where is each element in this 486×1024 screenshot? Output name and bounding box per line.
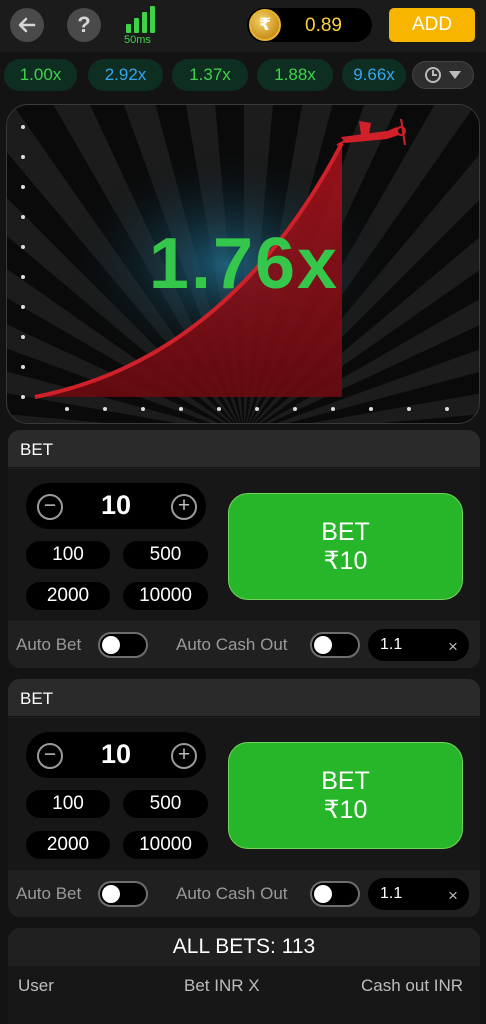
help-button[interactable]: ? <box>67 8 101 42</box>
axis-dot <box>21 365 25 369</box>
connection-indicator: 50ms <box>124 6 164 46</box>
balance-display: ₹ 0.89 <box>247 8 372 42</box>
auto-cashout-label: Auto Cash Out <box>176 884 288 903</box>
ping-label: 50ms <box>124 34 151 46</box>
balance-value: 0.89 <box>305 15 342 36</box>
axis-dot <box>21 215 25 219</box>
top-bar: ? 50ms ₹ 0.89 ADD <box>0 0 486 52</box>
bet-panel-header: BET <box>8 430 480 468</box>
bet-amount-value[interactable]: 10 <box>66 739 166 770</box>
auto-cashout-input[interactable]: 1.1 × <box>368 878 469 910</box>
axis-dot <box>103 407 107 411</box>
cashout-value: 1.1 <box>380 636 403 653</box>
bet-button-label: BET <box>321 518 370 546</box>
auto-cashout-input[interactable]: 1.1 × <box>368 629 469 661</box>
bet-panel-body: − 10 + 100 500 2000 10000 BET ₹10 <box>8 718 480 870</box>
axis-dot <box>407 407 411 411</box>
quick-amount-button[interactable]: 100 <box>26 541 110 569</box>
clear-icon[interactable]: × <box>448 637 458 657</box>
column-cashout: Cash out INR <box>361 976 464 995</box>
bet-panel-header: BET <box>8 679 480 717</box>
axis-dot <box>369 407 373 411</box>
auto-bet-label: Auto Bet <box>16 635 82 654</box>
column-bet: Bet INR X <box>184 976 260 995</box>
axis-dot <box>255 407 259 411</box>
auto-settings-row: Auto Bet Auto Cash Out 1.1 × <box>8 871 480 917</box>
quick-amount-button[interactable]: 500 <box>123 790 208 818</box>
bet-button-amount: ₹10 <box>323 796 368 824</box>
all-bets-table-header: User Bet INR X Cash out INR <box>8 966 480 1024</box>
bet-button-label: BET <box>321 767 370 795</box>
quick-amount-button[interactable]: 10000 <box>123 582 208 610</box>
history-clock-icon <box>425 67 441 83</box>
axis-dot <box>21 125 25 129</box>
history-item[interactable]: 1.88x <box>257 59 333 91</box>
quick-amount-button[interactable]: 2000 <box>26 582 110 610</box>
axis-dot <box>65 407 69 411</box>
back-button[interactable] <box>10 8 44 42</box>
auto-bet-toggle[interactable] <box>98 881 148 907</box>
bet-amount-stepper: − 10 + <box>26 483 206 529</box>
cashout-value: 1.1 <box>380 885 403 902</box>
bet-panel-title: BET <box>20 440 54 459</box>
axis-dot <box>21 155 25 159</box>
all-bets-section: ALL BETS: 113 User Bet INR X Cash out IN… <box>8 928 480 1024</box>
quick-amount-button[interactable]: 10000 <box>123 831 208 859</box>
multiplier-history: 1.00x 2.92x 1.37x 1.88x 9.66x <box>0 56 486 96</box>
axis-dot <box>331 407 335 411</box>
bet-panel-body: − 10 + 100 500 2000 10000 BET ₹10 <box>8 469 480 621</box>
bet-panel-2: BET − 10 + 100 500 2000 10000 BET ₹10 Au… <box>8 679 480 917</box>
history-dropdown-button[interactable] <box>412 61 474 89</box>
axis-dot <box>179 407 183 411</box>
place-bet-button[interactable]: BET ₹10 <box>228 742 463 849</box>
bet-amount-value[interactable]: 10 <box>66 490 166 521</box>
arrow-left-icon <box>18 17 36 33</box>
auto-settings-row: Auto Bet Auto Cash Out 1.1 × <box>8 622 480 668</box>
history-item[interactable]: 2.92x <box>88 59 163 91</box>
axis-dot <box>217 407 221 411</box>
auto-cashout-toggle[interactable] <box>310 881 360 907</box>
bet-panel-1: BET − 10 + 100 500 2000 10000 BET ₹10 Au… <box>8 430 480 668</box>
history-item[interactable]: 1.00x <box>4 59 77 91</box>
current-multiplier: 1.76x <box>148 224 340 304</box>
axis-dot <box>21 305 25 309</box>
axis-dot <box>21 395 25 399</box>
game-canvas: 1.76x <box>6 104 480 424</box>
clear-icon[interactable]: × <box>448 886 458 906</box>
bet-button-amount: ₹10 <box>323 547 368 575</box>
rupee-coin-icon: ₹ <box>249 9 281 41</box>
history-item[interactable]: 9.66x <box>342 59 406 91</box>
auto-bet-label: Auto Bet <box>16 884 82 903</box>
auto-cashout-toggle[interactable] <box>310 632 360 658</box>
axis-dot <box>445 407 449 411</box>
quick-amount-button[interactable]: 100 <box>26 790 110 818</box>
axis-dot <box>293 407 297 411</box>
axis-dot <box>141 407 145 411</box>
increase-bet-button[interactable]: + <box>171 743 197 769</box>
decrease-bet-button[interactable]: − <box>37 494 63 520</box>
column-user: User <box>18 976 54 995</box>
axis-dot <box>21 335 25 339</box>
bet-amount-stepper: − 10 + <box>26 732 206 778</box>
decrease-bet-button[interactable]: − <box>37 743 63 769</box>
bet-panel-title: BET <box>20 689 54 708</box>
increase-bet-button[interactable]: + <box>171 494 197 520</box>
add-funds-button[interactable]: ADD <box>389 8 475 42</box>
signal-icon <box>126 6 155 33</box>
quick-amount-button[interactable]: 2000 <box>26 831 110 859</box>
place-bet-button[interactable]: BET ₹10 <box>228 493 463 600</box>
axis-dot <box>21 185 25 189</box>
auto-cashout-label: Auto Cash Out <box>176 635 288 654</box>
chevron-down-icon <box>449 71 461 79</box>
all-bets-title: ALL BETS: 113 <box>172 935 316 958</box>
auto-bet-toggle[interactable] <box>98 632 148 658</box>
history-item[interactable]: 1.37x <box>172 59 248 91</box>
quick-amount-button[interactable]: 500 <box>123 541 208 569</box>
